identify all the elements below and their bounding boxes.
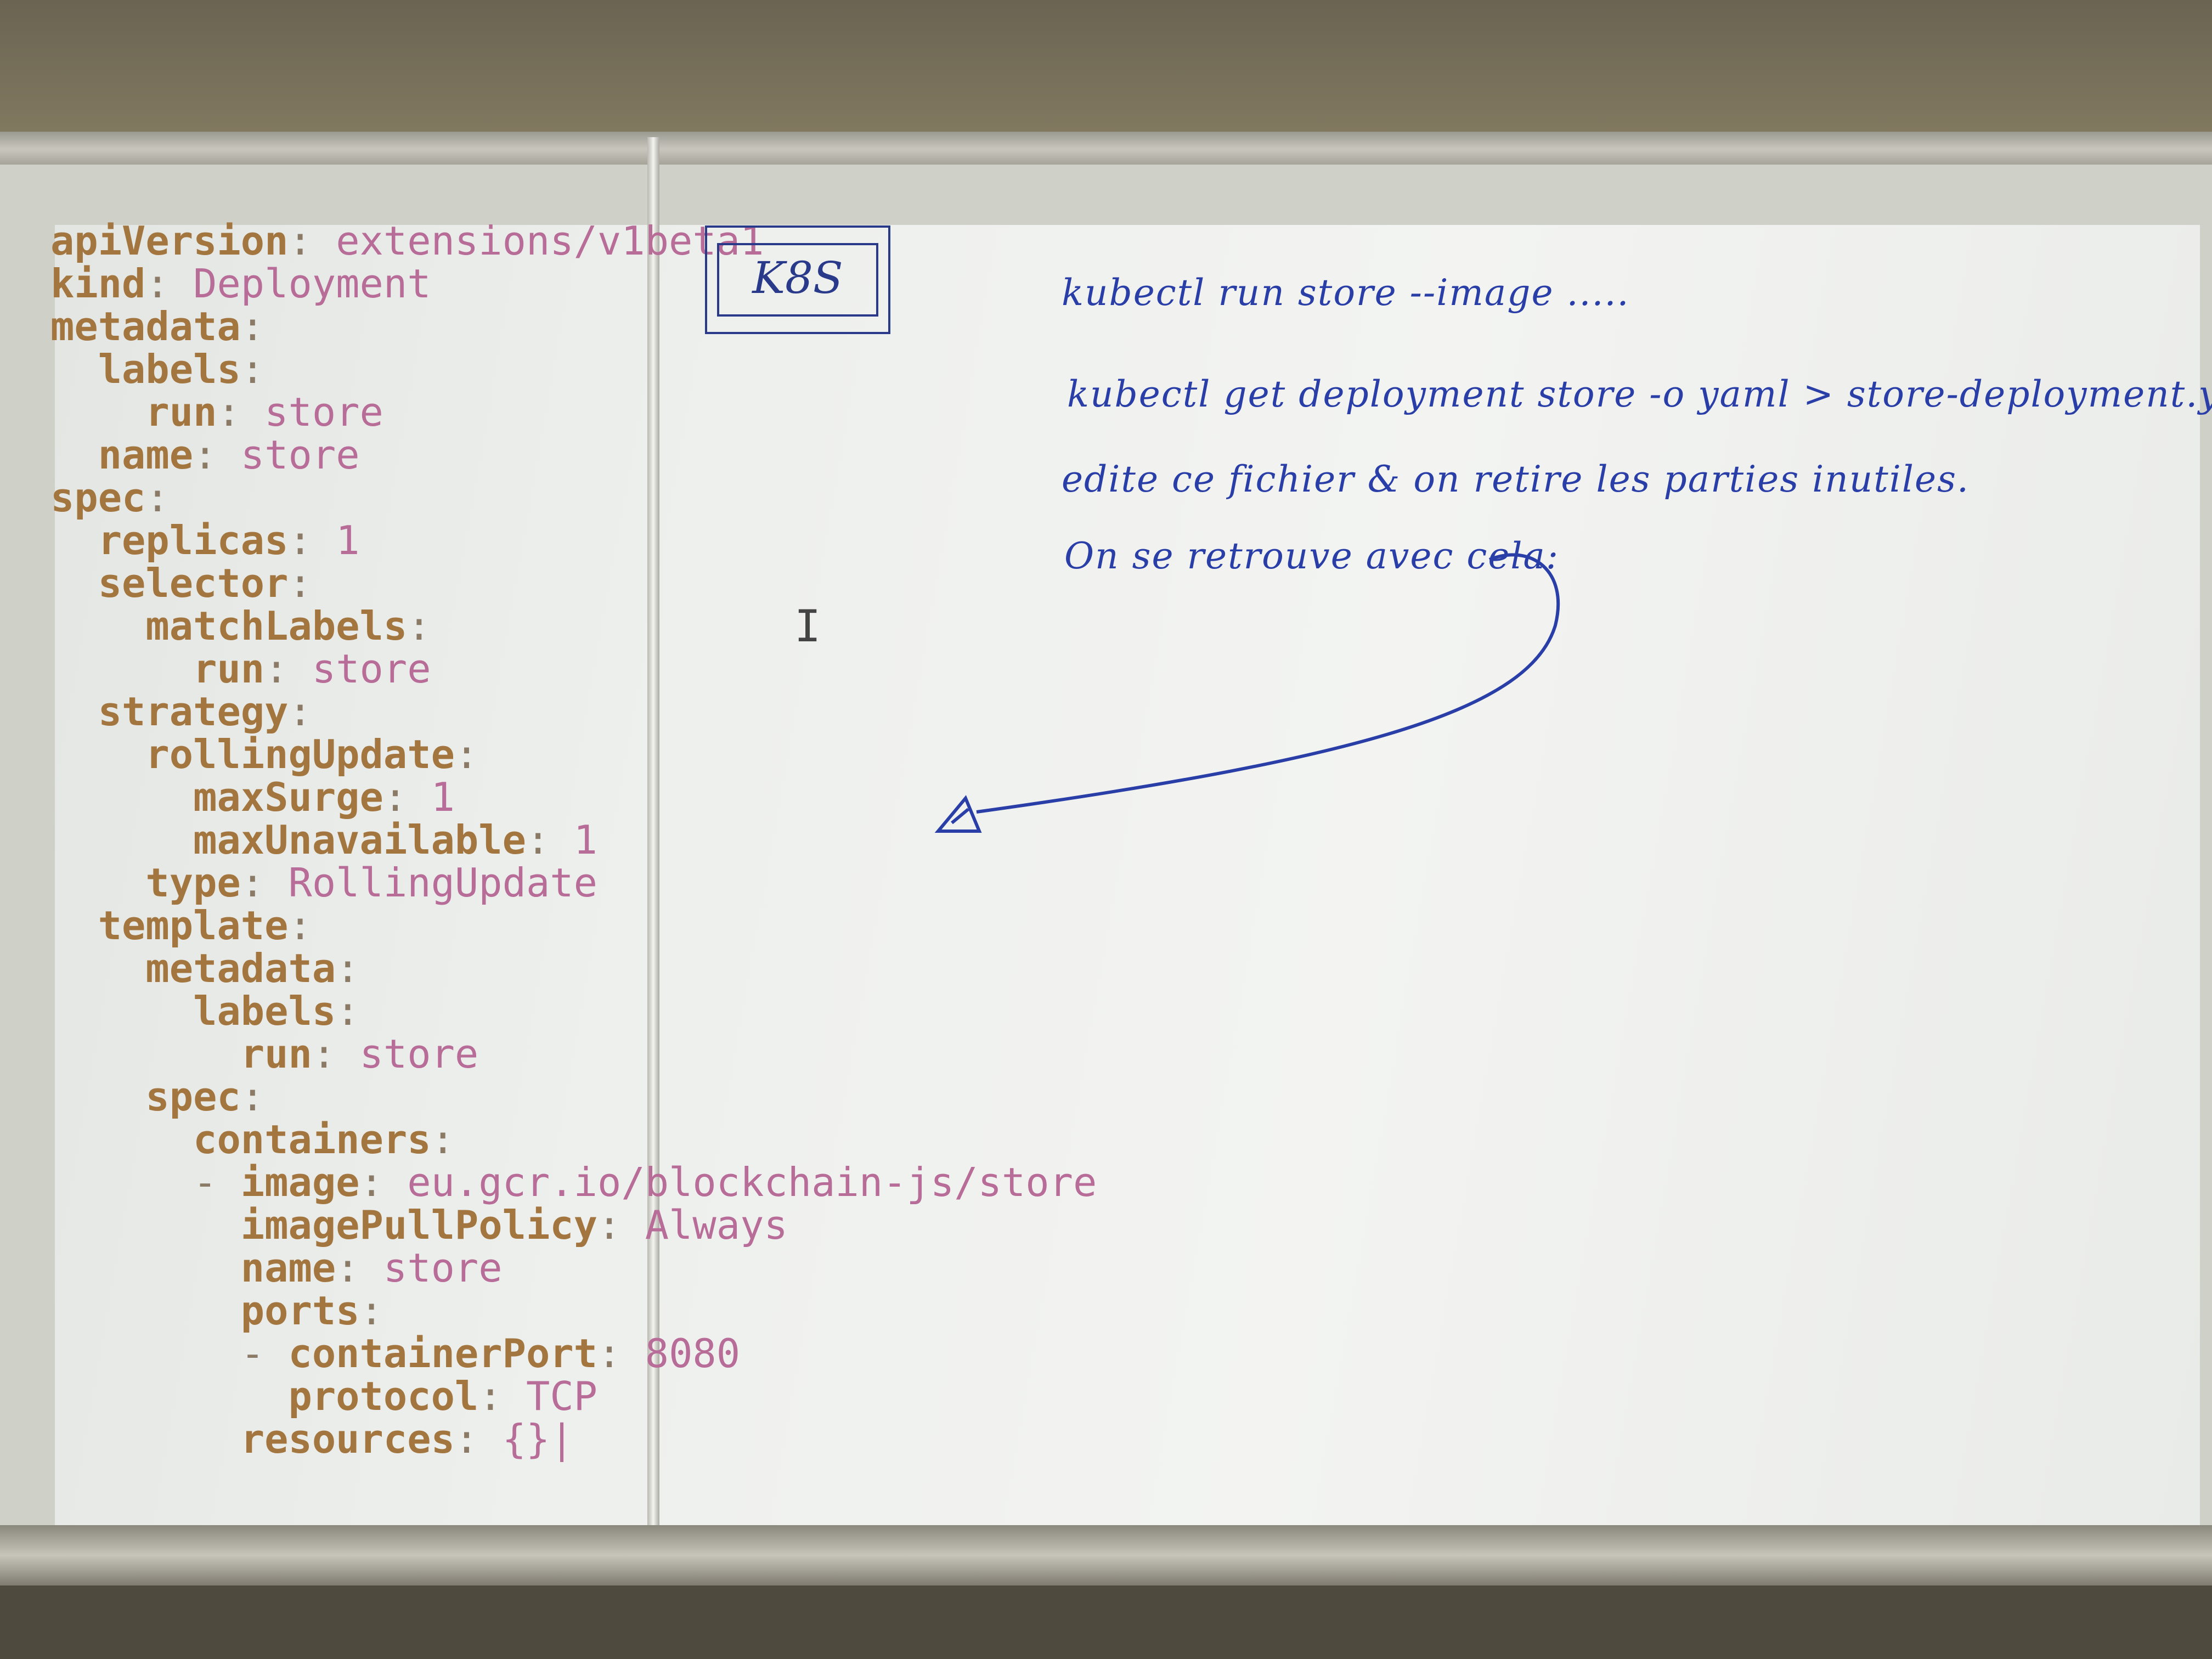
handwritten-arrow <box>934 553 1560 833</box>
text-cursor-icon: I <box>794 601 821 652</box>
arrow-head-icon <box>934 795 982 833</box>
arrow-curve <box>976 553 1560 814</box>
